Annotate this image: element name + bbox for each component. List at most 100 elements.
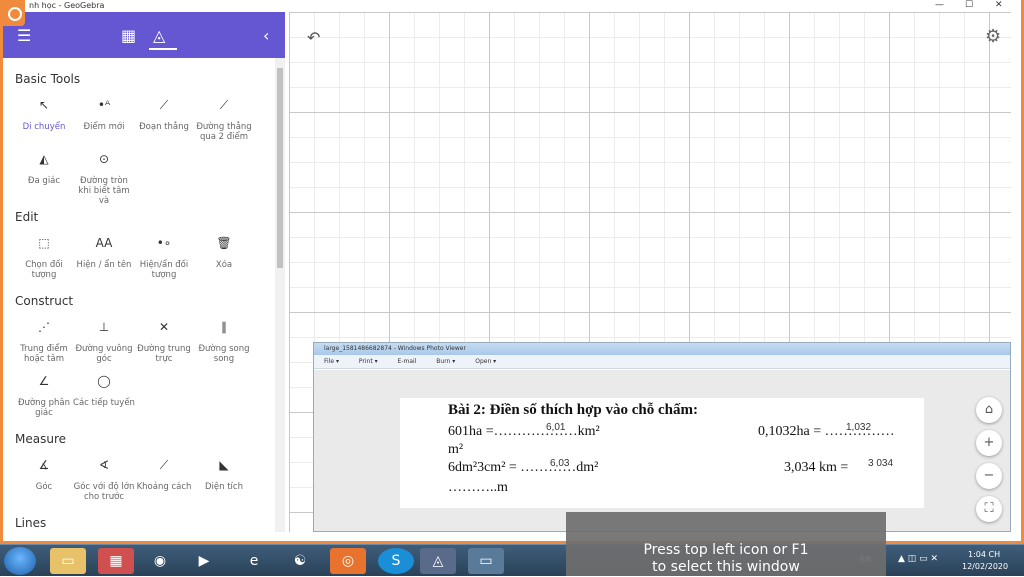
answer-2a: 6,03 xyxy=(550,458,570,469)
tool-segment[interactable]: ⟋ Đoạn thẳng xyxy=(133,98,195,132)
move-icon: ↖ xyxy=(38,98,50,112)
tool-parallel[interactable]: ∥ Đường song song xyxy=(193,320,255,364)
title-bar: nh học - GeoGebra — ☐ ✕ xyxy=(3,0,1021,12)
menu-burn[interactable]: Burn ▾ xyxy=(436,358,455,365)
explorer-icon[interactable]: ▭ xyxy=(50,548,86,574)
parallel-icon: ∥ xyxy=(221,320,227,334)
tool-distance[interactable]: ⟋ Khoảng cách xyxy=(133,458,195,492)
tool-delete[interactable]: 🗑 Xóa xyxy=(193,236,255,270)
tool-select[interactable]: ⬚ Chọn đối tượng xyxy=(13,236,75,280)
tool-perpendicular[interactable]: ⊥ Đường vuông góc xyxy=(73,320,135,364)
menu-email[interactable]: E-mail xyxy=(398,358,417,365)
tools-list: Basic Tools ↖ Di chuyển •ᴬ Điểm mới ⟋ Đoạn … xyxy=(3,58,273,532)
exercise-1-unit: m² xyxy=(448,442,464,457)
select-icon: ⬚ xyxy=(38,236,50,250)
fullscreen-icon[interactable]: ⛶ xyxy=(976,496,1002,522)
tray-icons[interactable]: ▲ ◫ ▭ ✕ xyxy=(898,554,938,564)
section-lines: Lines xyxy=(15,516,47,530)
menu-open[interactable]: Open ▾ xyxy=(475,358,496,365)
worksheet-image: Bài 2: Điền số thích hợp vào chỗ chấm: 6… xyxy=(400,398,924,508)
app-icon[interactable]: ▦ xyxy=(98,548,134,574)
tools-panel: ☰ ▦ ◬ ‹ Basic Tools ↖ Di chuyển •ᴬ Điểm mớ… xyxy=(3,12,285,532)
section-edit: Edit xyxy=(15,210,39,224)
tool-angle-bisector[interactable]: ∠ Đường phân giác xyxy=(13,374,75,418)
worksheet-heading: Bài 2: Điền số thích hợp vào chỗ chấm: xyxy=(448,402,698,418)
area-icon: ◣ xyxy=(219,458,229,472)
circle-icon: ⊙ xyxy=(98,152,110,166)
tool-bisector[interactable]: ✕ Đường trung trực xyxy=(133,320,195,364)
answer-1b: 1,032 xyxy=(846,422,872,433)
active-tab-indicator xyxy=(149,48,177,50)
answer-1a: 6,01 xyxy=(546,422,566,433)
photo-viewer-canvas: Bài 2: Điền số thích hợp vào chỗ chấm: 6… xyxy=(314,370,1010,531)
chevron-left-icon[interactable]: ‹ xyxy=(263,26,269,45)
tool-polygon[interactable]: ◭ Đa giác xyxy=(13,152,75,186)
label-icon: AA xyxy=(95,236,113,250)
tool-move[interactable]: ↖ Di chuyển xyxy=(13,98,75,132)
answer-2b: 3 034 xyxy=(868,458,894,469)
exercise-2b: 3,034 km = xyxy=(784,460,849,475)
undo-icon[interactable]: ↶ xyxy=(307,28,320,47)
chrome-icon[interactable]: ◉ xyxy=(142,548,178,574)
geogebra-taskbar-icon[interactable]: ◎ xyxy=(330,548,366,574)
tools-icon[interactable]: ◬ xyxy=(153,26,165,45)
trash-icon: 🗑 xyxy=(216,236,232,250)
app2-icon[interactable]: ☯ xyxy=(282,548,318,574)
tool-show-label[interactable]: AA Hiện / ẩn tên xyxy=(73,236,135,270)
close-button[interactable]: ✕ xyxy=(995,0,1003,10)
zoom-out-icon[interactable]: − xyxy=(976,463,1002,489)
panel-scrollbar[interactable] xyxy=(275,58,285,532)
exercise-2a: 6dm²3cm² = …………dm² xyxy=(448,460,599,475)
distance-icon: ⟋ xyxy=(159,458,169,472)
section-construct: Construct xyxy=(15,294,74,308)
tool-tangents[interactable]: ◯ Các tiếp tuyến xyxy=(73,374,135,408)
tooltip-line-2: to select this window xyxy=(652,559,800,575)
tool-midpoint[interactable]: ⋰ Trung điểm hoặc tâm xyxy=(13,320,75,364)
exercise-1b: 0,1032ha = …………… xyxy=(758,424,895,439)
geogebra-logo-icon[interactable] xyxy=(3,0,25,26)
angle-bisector-icon: ∠ xyxy=(38,374,50,388)
clock-time[interactable]: 1:04 CH xyxy=(968,550,1000,559)
tool-angle-given-size[interactable]: ∢ Góc với độ lớn cho trước xyxy=(73,459,135,502)
menu-file[interactable]: File ▾ xyxy=(324,358,339,365)
angle-icon: ∡ xyxy=(38,458,50,472)
select-window-tooltip: Press top left icon or F1 to select this… xyxy=(566,512,886,576)
show-object-icon: •∘ xyxy=(156,236,172,250)
calculator-icon[interactable]: ▦ xyxy=(121,26,136,45)
line-icon: ⟋ xyxy=(219,98,229,112)
photo-viewer-title: large_1581486682874 - Windows Photo View… xyxy=(314,343,1010,355)
start-button[interactable] xyxy=(4,547,36,575)
window-title: nh học - GeoGebra xyxy=(29,1,105,10)
scrollbar-thumb[interactable] xyxy=(277,68,283,268)
skype-icon[interactable]: S xyxy=(378,548,414,574)
photo-viewer-taskbar-icon[interactable]: ▭ xyxy=(468,548,504,574)
ie-icon[interactable]: e xyxy=(236,548,272,574)
menu-icon[interactable]: ☰ xyxy=(17,26,31,45)
exercise-2-unit: ………..m xyxy=(448,480,508,495)
minimize-button[interactable]: — xyxy=(935,0,944,10)
section-basic-tools: Basic Tools xyxy=(15,72,81,86)
segment-icon: ⟋ xyxy=(159,98,169,112)
tangent-icon: ◯ xyxy=(97,374,111,388)
bisector-icon: ✕ xyxy=(158,320,170,334)
geometry-icon[interactable]: ◬ xyxy=(420,548,456,574)
photo-viewer-menu: File ▾ Print ▾ E-mail Burn ▾ Open ▾ xyxy=(314,355,1010,369)
maximize-button[interactable]: ☐ xyxy=(965,0,973,10)
tool-show-object[interactable]: •∘ Hiện/ẩn đối tượng xyxy=(133,236,195,280)
midpoint-icon: ⋰ xyxy=(38,320,50,334)
perpendicular-icon: ⊥ xyxy=(98,320,110,334)
tool-area[interactable]: ◣ Diện tích xyxy=(193,458,255,492)
home-icon[interactable]: ⌂ xyxy=(976,397,1002,423)
polygon-icon: ◭ xyxy=(39,152,49,166)
exercise-1a: 601ha =………………km² xyxy=(448,424,600,439)
panel-header: ☰ ▦ ◬ ‹ xyxy=(3,12,285,58)
menu-print[interactable]: Print ▾ xyxy=(359,358,378,365)
clock-date[interactable]: 12/02/2020 xyxy=(962,562,1008,571)
tool-circle[interactable]: ⊙ Đường tròn khi biết tâm và xyxy=(73,152,135,206)
media-icon[interactable]: ▶ xyxy=(186,548,222,574)
settings-gear-icon[interactable]: ⚙ xyxy=(985,26,1001,47)
zoom-in-icon[interactable]: + xyxy=(976,430,1002,456)
tool-angle[interactable]: ∡ Góc xyxy=(13,458,75,492)
tool-point[interactable]: •ᴬ Điểm mới xyxy=(73,99,135,132)
tool-line[interactable]: ⟋ Đường thẳng qua 2 điểm xyxy=(193,98,255,142)
